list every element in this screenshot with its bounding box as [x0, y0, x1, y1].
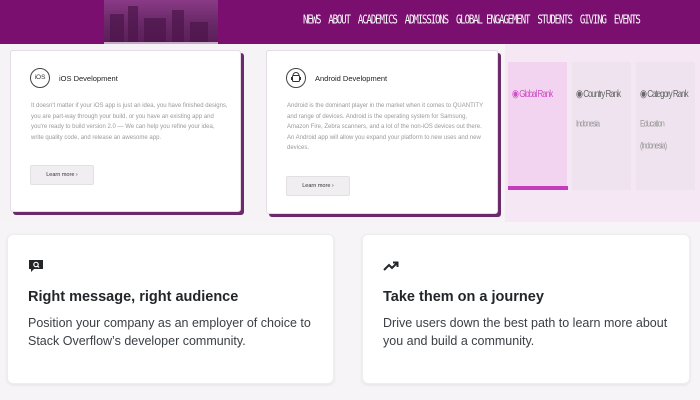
rank-value: Education [640, 120, 665, 130]
service-title: iOS Development [59, 74, 118, 83]
rank-value: Indonesia [576, 120, 600, 130]
service-card-android: Android Development Android is the domin… [266, 50, 498, 214]
rank-panel: ◉ Global Rank ◉ Country Rank Indonesia ◉… [505, 44, 700, 222]
main-nav: NEWS ABOUT ACADEMICS ADMISSIONS GLOBAL E… [299, 14, 644, 28]
android-icon [286, 68, 306, 88]
nav-academics[interactable]: ACADEMICS [354, 14, 401, 28]
hero-image [104, 0, 218, 44]
nav-students[interactable]: STUDENTS [533, 14, 576, 28]
active-tab-indicator [508, 186, 568, 190]
learn-more-button[interactable]: Learn more › [286, 176, 350, 196]
global-rank-card[interactable]: ◉ Global Rank [508, 62, 567, 190]
ios-icon: iOS [30, 68, 50, 88]
nav-about[interactable]: ABOUT [324, 14, 354, 28]
android-icon-glyph [291, 72, 301, 82]
rank-label: ◉ Global Rank [512, 88, 553, 100]
learn-more-button[interactable]: Learn more › [30, 165, 94, 185]
nav-news[interactable]: NEWS [299, 14, 324, 28]
feature-title: Right message, right audience [28, 289, 239, 305]
feature-title: Take them on a journey [383, 289, 544, 305]
feature-card-audience: Right message, right audience Position y… [7, 234, 334, 384]
rank-label: ◉ Category Rank [640, 88, 689, 100]
rank-label: ◉ Country Rank [576, 88, 621, 100]
service-description: Android is the dominant player in the ma… [287, 103, 483, 151]
top-banner: NEWS ABOUT ACADEMICS ADMISSIONS GLOBAL E… [0, 0, 700, 44]
page: NEWS ABOUT ACADEMICS ADMISSIONS GLOBAL E… [0, 0, 700, 400]
service-card-ios: iOS iOS Development It doesn't matter if… [10, 50, 241, 212]
feature-card-journey: Take them on a journey Drive users down … [362, 234, 690, 384]
country-rank-card[interactable]: ◉ Country Rank Indonesia [572, 62, 631, 190]
nav-global-engagement[interactable]: GLOBAL ENGAGEMENT [452, 14, 533, 28]
rank-value: (Indonesia) [640, 142, 667, 152]
trending-up-icon [383, 261, 399, 271]
service-description: It doesn't matter if your iOS app is jus… [31, 103, 228, 141]
feature-description: Position your company as an employer of … [28, 316, 311, 348]
category-rank-card[interactable]: ◉ Category Rank Education (Indonesia) [636, 62, 695, 190]
service-title: Android Development [315, 74, 388, 83]
nav-admissions[interactable]: ADMISSIONS [401, 14, 452, 28]
nav-events[interactable]: EVENTS [610, 14, 644, 28]
feature-description: Drive users down the best path to learn … [383, 316, 668, 348]
speech-bubble-icon [29, 260, 43, 272]
nav-giving[interactable]: GIVING [576, 14, 610, 28]
